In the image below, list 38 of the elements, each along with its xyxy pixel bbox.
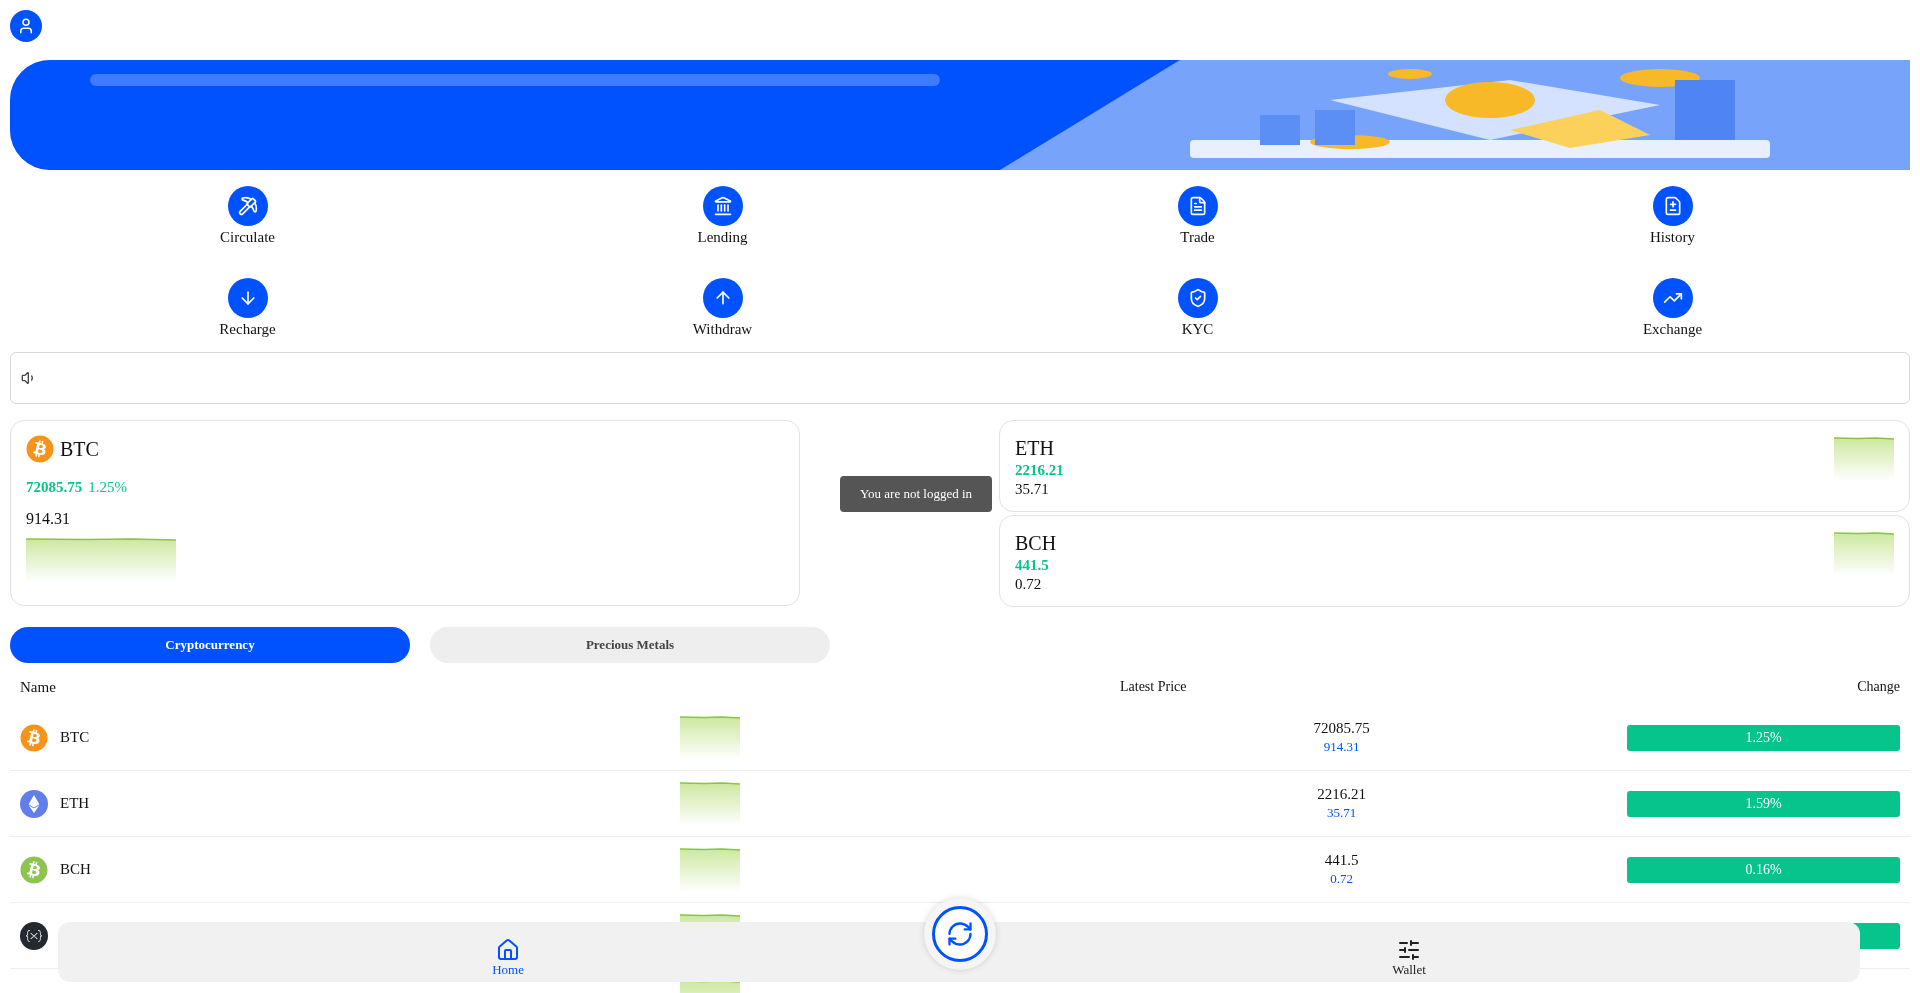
menu-label[interactable]: Recharge (219, 321, 276, 338)
menu-label[interactable]: Trade (1180, 229, 1215, 246)
coin-name: ETH (60, 795, 90, 812)
category-tab[interactable]: Cryptocurrency (10, 627, 410, 663)
menu-label[interactable]: Exchange (1642, 321, 1703, 338)
price-change: 0.72 (1330, 871, 1353, 887)
category-tab[interactable]: Precious Metals (430, 627, 830, 663)
coin-change: 1.25% (88, 479, 127, 496)
tooltip: You are not logged in (840, 476, 993, 512)
coin-amount: 35.71 (1015, 481, 1050, 498)
nav-item[interactable]: Home (492, 938, 524, 978)
column-header: Name (20, 678, 57, 696)
change-badge: 1.59% (1627, 790, 1900, 817)
price-change: 914.31 (1323, 739, 1360, 755)
coin-name: BTC (60, 437, 99, 461)
coin-name: ETH (1015, 437, 1055, 460)
column-header: Latest Price (1120, 679, 1187, 695)
latest-price: 2216.21 (1317, 786, 1366, 803)
price-change: 35.71 (1326, 805, 1357, 821)
change-badge: 1.25% (1627, 724, 1900, 751)
column-header: Change (1857, 679, 1900, 695)
menu-label[interactable]: KYC (1181, 321, 1214, 338)
latest-price: 441.5 (1324, 852, 1359, 869)
coin-name: BTC (60, 729, 90, 746)
nav-item[interactable]: Wallet (1392, 938, 1426, 978)
menu-label[interactable]: History (1650, 229, 1695, 246)
coin-amount: 0.72 (1015, 576, 1043, 593)
coin-price: 441.5 (1015, 557, 1050, 574)
coin-amount: 914.31 (26, 510, 70, 527)
change-badge: 0.16% (1627, 856, 1900, 883)
menu-label[interactable]: Lending (697, 229, 748, 246)
coin-price: 72085.75 (26, 479, 83, 496)
coin-name: BCH (1015, 532, 1057, 555)
menu-label[interactable]: Withdraw (692, 321, 753, 338)
menu-label[interactable]: Circulate (220, 229, 275, 246)
coin-price: 2216.21 (1015, 462, 1064, 479)
coin-name: BCH (60, 861, 91, 878)
latest-price: 72085.75 (1313, 720, 1370, 737)
